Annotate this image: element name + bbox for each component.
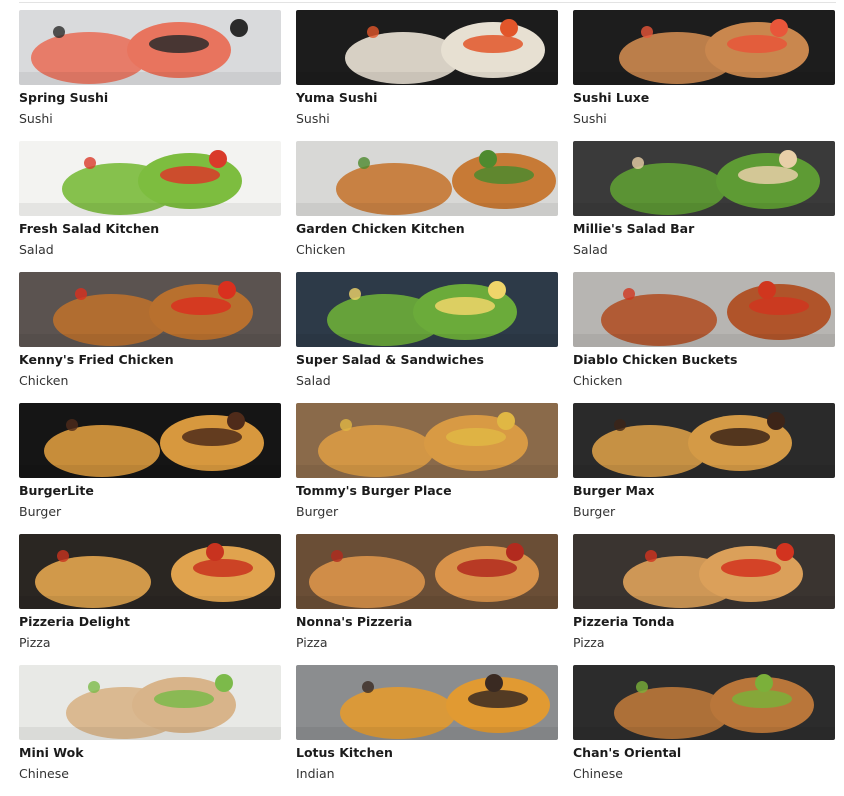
margherita-pizza-image[interactable]: [573, 534, 835, 609]
restaurant-category: Burger: [573, 504, 616, 519]
restaurant-card-1[interactable]: Spring Sushi Sushi: [19, 10, 281, 141]
restaurant-name[interactable]: Burger Max: [573, 482, 835, 499]
vegetable-pizza-image[interactable]: [19, 534, 281, 609]
food-photo: [573, 403, 835, 478]
stir-fry-noodles-image[interactable]: [19, 665, 281, 740]
restaurant-card-6[interactable]: Millie's Salad Bar Salad: [573, 141, 835, 272]
restaurant-name[interactable]: Garden Chicken Kitchen: [296, 220, 558, 237]
restaurant-card-4[interactable]: Fresh Salad Kitchen Salad: [19, 141, 281, 272]
restaurant-name[interactable]: Mini Wok: [19, 744, 281, 761]
food-photo: [19, 534, 281, 609]
restaurant-card-13[interactable]: Pizzeria Delight Pizza: [19, 534, 281, 665]
egg-salad-image[interactable]: [296, 272, 558, 347]
restaurant-name[interactable]: Nonna's Pizzeria: [296, 613, 558, 630]
restaurant-category: Chicken: [19, 373, 69, 388]
restaurant-category: Pizza: [296, 635, 328, 650]
restaurant-category: Pizza: [573, 635, 605, 650]
restaurant-name[interactable]: Diablo Chicken Buckets: [573, 351, 835, 368]
noodles-bowl-image[interactable]: [573, 665, 835, 740]
restaurant-category: Pizza: [19, 635, 51, 650]
restaurant-category: Chinese: [19, 766, 69, 781]
restaurant-category: Chinese: [573, 766, 623, 781]
food-photo: [19, 403, 281, 478]
salad-bowl-image[interactable]: [19, 141, 281, 216]
restaurant-card-8[interactable]: Super Salad & Sandwiches Salad: [296, 272, 558, 403]
chicken-salad-image[interactable]: [573, 141, 835, 216]
food-photo: [573, 272, 835, 347]
restaurant-name[interactable]: Tommy's Burger Place: [296, 482, 558, 499]
salami-pizza-image[interactable]: [296, 534, 558, 609]
restaurant-category: Burger: [19, 504, 62, 519]
restaurant-name[interactable]: Spring Sushi: [19, 89, 281, 106]
restaurant-name[interactable]: Pizzeria Tonda: [573, 613, 835, 630]
restaurant-name[interactable]: Millie's Salad Bar: [573, 220, 835, 237]
restaurant-category: Salad: [296, 373, 331, 388]
restaurant-grid: Spring Sushi Sushi Yuma Sushi Sushi Sush…: [19, 10, 835, 796]
food-photo: [19, 141, 281, 216]
restaurant-category: Sushi: [296, 111, 330, 126]
restaurant-name[interactable]: Sushi Luxe: [573, 89, 835, 106]
restaurant-card-9[interactable]: Diablo Chicken Buckets Chicken: [573, 272, 835, 403]
restaurant-category: Salad: [19, 242, 54, 257]
burger-fries-image[interactable]: [296, 403, 558, 478]
restaurant-name[interactable]: Pizzeria Delight: [19, 613, 281, 630]
food-photo: [296, 665, 558, 740]
food-photo: [573, 141, 835, 216]
restaurant-category: Burger: [296, 504, 339, 519]
restaurant-category: Sushi: [573, 111, 607, 126]
food-photo: [573, 10, 835, 85]
chicken-wings-image[interactable]: [573, 272, 835, 347]
restaurant-card-3[interactable]: Sushi Luxe Sushi: [573, 10, 835, 141]
restaurant-card-5[interactable]: Garden Chicken Kitchen Chicken: [296, 141, 558, 272]
restaurant-category: Sushi: [19, 111, 53, 126]
food-photo: [19, 10, 281, 85]
restaurant-card-2[interactable]: Yuma Sushi Sushi: [296, 10, 558, 141]
restaurant-card-11[interactable]: Tommy's Burger Place Burger: [296, 403, 558, 534]
restaurant-category: Chicken: [296, 242, 346, 257]
restaurant-card-18[interactable]: Chan's Oriental Chinese: [573, 665, 835, 796]
restaurant-category: Salad: [573, 242, 608, 257]
fried-chicken-fries-image[interactable]: [19, 272, 281, 347]
food-photo: [296, 10, 558, 85]
food-photo: [296, 403, 558, 478]
restaurant-category: Indian: [296, 766, 335, 781]
two-burgers-image[interactable]: [19, 403, 281, 478]
restaurant-name[interactable]: Yuma Sushi: [296, 89, 558, 106]
restaurant-name[interactable]: Super Salad & Sandwiches: [296, 351, 558, 368]
restaurant-name[interactable]: Chan's Oriental: [573, 744, 835, 761]
food-photo: [573, 665, 835, 740]
restaurant-name[interactable]: Fresh Salad Kitchen: [19, 220, 281, 237]
sushi-rolls-image[interactable]: [296, 10, 558, 85]
restaurant-name[interactable]: Kenny's Fried Chicken: [19, 351, 281, 368]
restaurant-name[interactable]: BurgerLite: [19, 482, 281, 499]
restaurant-card-15[interactable]: Pizzeria Tonda Pizza: [573, 534, 835, 665]
food-photo: [19, 272, 281, 347]
restaurant-card-14[interactable]: Nonna's Pizzeria Pizza: [296, 534, 558, 665]
food-photo: [19, 665, 281, 740]
restaurant-name[interactable]: Lotus Kitchen: [296, 744, 558, 761]
burgers-dark-image[interactable]: [573, 403, 835, 478]
fried-chicken-image[interactable]: [296, 141, 558, 216]
restaurant-card-16[interactable]: Mini Wok Chinese: [19, 665, 281, 796]
restaurant-category: Chicken: [573, 373, 623, 388]
sushi-plate-image[interactable]: [19, 10, 281, 85]
restaurant-card-10[interactable]: BurgerLite Burger: [19, 403, 281, 534]
sushi-board-image[interactable]: [573, 10, 835, 85]
restaurant-card-17[interactable]: Lotus Kitchen Indian: [296, 665, 558, 796]
food-photo: [296, 534, 558, 609]
curry-pot-image[interactable]: [296, 665, 558, 740]
food-photo: [296, 272, 558, 347]
restaurant-card-12[interactable]: Burger Max Burger: [573, 403, 835, 534]
restaurant-card-7[interactable]: Kenny's Fried Chicken Chicken: [19, 272, 281, 403]
food-photo: [296, 141, 558, 216]
top-divider: [19, 2, 836, 3]
food-photo: [573, 534, 835, 609]
